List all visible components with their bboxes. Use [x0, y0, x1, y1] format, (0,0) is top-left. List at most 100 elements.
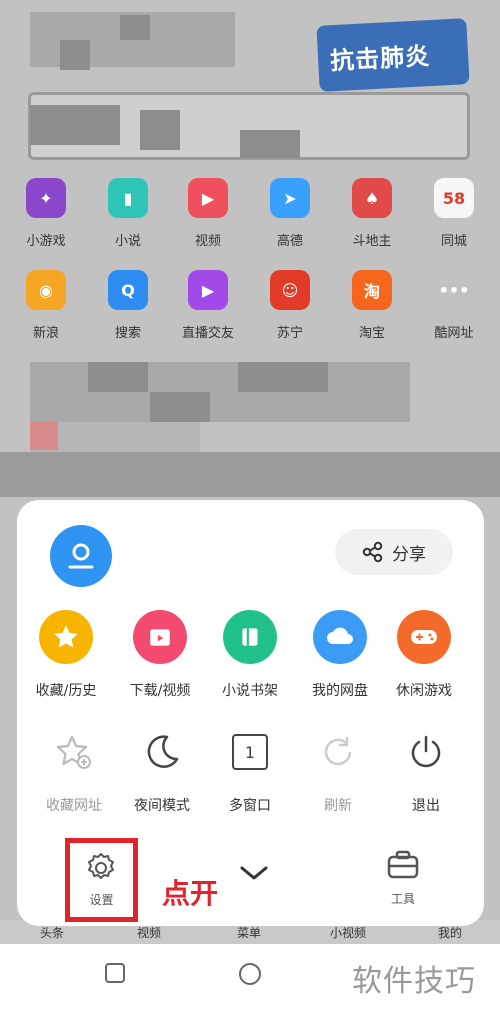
- window-count: 1: [232, 734, 268, 770]
- app-shortcut[interactable]: ••• 酷网址: [418, 270, 490, 341]
- app-label: 搜索: [114, 326, 141, 341]
- menu-item-label: 收藏网址: [46, 798, 102, 814]
- user-icon: [68, 543, 94, 569]
- app-label: 新浪: [32, 326, 59, 341]
- app-shortcut[interactable]: ◉ 新浪: [10, 270, 82, 341]
- blurred-region: [30, 105, 120, 145]
- watermark: 软件技巧: [352, 964, 476, 999]
- tab-me[interactable]: 我的: [438, 924, 462, 941]
- banner-text: 抗击肺炎: [329, 42, 431, 76]
- app-icon: 淘: [352, 270, 392, 310]
- app-label: 斗地主: [352, 234, 392, 249]
- settings-label: 设置: [89, 893, 114, 907]
- tab-short-video[interactable]: 小视频: [330, 924, 366, 941]
- menu-item-label: 休闲游戏: [396, 683, 452, 699]
- app-label: 高德: [276, 234, 303, 249]
- app-shortcut[interactable]: ▶ 直播交友: [172, 270, 244, 341]
- menu-panel: 分享 收藏/历史 下载/视频 小说书架 我的网盘 休闲游戏 收藏网址 夜间模式 …: [17, 500, 484, 926]
- app-icon: ▮: [108, 178, 148, 218]
- app-label: 小游戏: [26, 234, 66, 249]
- avatar[interactable]: [50, 525, 112, 587]
- tab-menu[interactable]: 菜单: [237, 924, 261, 941]
- menu-item-label: 夜间模式: [134, 798, 190, 814]
- app-icon: ☺: [270, 270, 310, 310]
- blurred-region: [140, 110, 180, 150]
- share-label: 分享: [392, 544, 426, 565]
- tools-button[interactable]: 工具: [373, 850, 433, 907]
- app-icon: ◉: [26, 270, 66, 310]
- app-label: 视频: [194, 234, 221, 249]
- recent-apps-button[interactable]: [104, 962, 126, 988]
- blurred-region: [88, 362, 148, 392]
- blurred-region: [0, 452, 500, 497]
- moon-icon: [135, 725, 189, 779]
- app-icon: Q: [108, 270, 148, 310]
- app-label: 酷网址: [434, 326, 474, 341]
- toolbox-icon: [387, 850, 419, 879]
- share-icon: [362, 541, 383, 563]
- app-shortcut[interactable]: ▶ 视频: [172, 178, 244, 249]
- menu-item-favorites-history[interactable]: 收藏/历史: [21, 610, 111, 700]
- app-icon: 58: [434, 178, 474, 218]
- click-hint-annotation: 点开: [162, 877, 219, 910]
- window-count-icon: 1: [223, 725, 277, 779]
- blurred-region: [30, 422, 58, 450]
- blurred-region: [60, 40, 90, 70]
- tab-video[interactable]: 视频: [137, 924, 161, 941]
- blurred-region: [238, 362, 328, 392]
- app-label: 小说: [114, 234, 141, 249]
- menu-item-games[interactable]: 休闲游戏: [379, 610, 469, 700]
- home-button[interactable]: [238, 962, 262, 990]
- app-shortcut[interactable]: 淘淘宝: [336, 270, 408, 341]
- app-icon: ♠: [352, 178, 392, 218]
- menu-item-label: 多窗口: [229, 798, 271, 814]
- blurred-region: [150, 392, 210, 422]
- square-icon: [105, 963, 125, 983]
- power-icon: [399, 725, 453, 779]
- blurred-region: [120, 15, 150, 40]
- app-shortcut[interactable]: ☺ 苏宁: [254, 270, 326, 341]
- menu-item-exit[interactable]: 退出: [381, 725, 471, 815]
- app-shortcut[interactable]: ▮ 小说: [92, 178, 164, 249]
- menu-item-add-favorite[interactable]: 收藏网址: [29, 725, 119, 815]
- blurred-region: [30, 362, 410, 422]
- menu-item-refresh[interactable]: 刷新: [293, 725, 383, 815]
- circle-icon: [239, 963, 261, 985]
- campaign-banner[interactable]: 抗击肺炎: [316, 18, 470, 92]
- star-icon: [39, 610, 93, 664]
- menu-item-cloud-drive[interactable]: 我的网盘: [295, 610, 385, 700]
- app-shortcut[interactable]: ➤ 高德: [254, 178, 326, 249]
- cloud-icon: [313, 610, 367, 664]
- blurred-region: [240, 130, 300, 158]
- app-shortcut[interactable]: ✦ 小游戏: [10, 178, 82, 249]
- app-icon: ▶: [188, 270, 228, 310]
- system-nav-bar: 软件技巧: [0, 944, 500, 1009]
- share-button[interactable]: 分享: [335, 529, 453, 575]
- app-label: 直播交友: [181, 326, 234, 341]
- app-label: 同城: [440, 234, 467, 249]
- gamepad-icon: [397, 610, 451, 664]
- tab-headlines[interactable]: 头条: [40, 924, 64, 941]
- menu-item-label: 我的网盘: [312, 683, 368, 699]
- menu-item-multi-window[interactable]: 1 多窗口: [205, 725, 295, 815]
- app-icon: ➤: [270, 178, 310, 218]
- add-favorite-icon: [47, 725, 101, 779]
- menu-item-label: 收藏/历史: [35, 683, 97, 699]
- download-folder-icon: [133, 610, 187, 664]
- app-shortcut[interactable]: ♠ 斗地主: [336, 178, 408, 249]
- app-label: 淘宝: [358, 326, 385, 341]
- app-icon: ✦: [26, 178, 66, 218]
- collapse-menu-button[interactable]: [239, 864, 269, 886]
- settings-button[interactable]: 设置: [65, 838, 138, 922]
- app-shortcut[interactable]: 58 同城: [418, 178, 490, 249]
- chevron-down-icon: [240, 866, 268, 880]
- menu-item-bookshelf[interactable]: 小说书架: [205, 610, 295, 700]
- tools-label: 工具: [390, 892, 415, 906]
- menu-item-label: 退出: [412, 798, 440, 814]
- menu-item-label: 刷新: [324, 798, 352, 814]
- app-shortcut[interactable]: Q 搜索: [92, 270, 164, 341]
- menu-item-downloads[interactable]: 下载/视频: [115, 610, 205, 700]
- app-icon: ▶: [188, 178, 228, 218]
- menu-item-night-mode[interactable]: 夜间模式: [117, 725, 207, 815]
- refresh-icon: [311, 725, 365, 779]
